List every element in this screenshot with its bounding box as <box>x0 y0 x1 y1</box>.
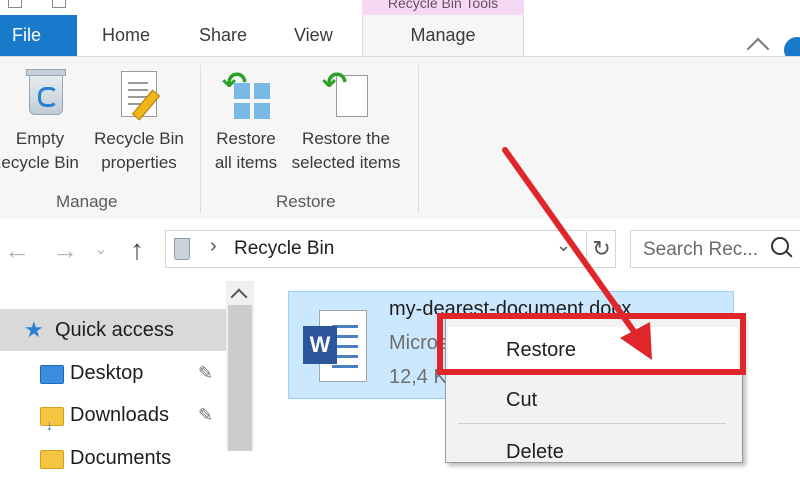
button-label-line2: all items <box>214 153 278 172</box>
nav-item-downloads[interactable]: Downloads ✎ <box>0 394 226 446</box>
empty-recycle-bin-button[interactable]: Empty Recycle Bin <box>0 69 90 175</box>
ribbon-tab-row: File Home Share View Manage <box>0 15 800 63</box>
group-label-restore: Restore <box>276 192 336 211</box>
pin-icon[interactable]: ✎ <box>198 394 213 436</box>
recycle-bin-properties-button[interactable]: Recycle Bin properties <box>92 69 186 175</box>
search-box[interactable] <box>630 230 800 269</box>
button-label-line1: Restore <box>216 129 276 148</box>
recycle-bin-icon <box>19 69 71 121</box>
context-menu-delete[interactable]: Delete <box>448 429 738 475</box>
recycle-bin-icon <box>174 238 190 260</box>
tab-manage[interactable]: Manage <box>362 15 524 56</box>
context-tab-header: Recycle Bin Tools <box>362 0 524 15</box>
navigation-pane: ★ Quick access Desktop ✎ Downloads ✎ Doc… <box>0 281 256 469</box>
quick-access-toolbar-icon[interactable] <box>8 0 22 8</box>
menu-divider <box>458 423 726 424</box>
back-arrow-icon[interactable]: ← <box>4 235 30 265</box>
restore-selected-items-button[interactable]: ↶ Restore the selected items <box>286 69 406 175</box>
scroll-up-icon[interactable] <box>230 288 248 306</box>
nav-item-label: Desktop <box>70 362 144 384</box>
restore-all-icon: ↶ <box>220 69 272 121</box>
downloads-folder-icon <box>40 404 64 446</box>
tab-file[interactable]: File <box>0 15 77 56</box>
menu-item-label: Cut <box>506 389 538 411</box>
properties-icon <box>113 69 165 121</box>
recent-locations-chevron-icon[interactable]: ⌄ <box>94 235 107 265</box>
search-input[interactable] <box>631 231 785 269</box>
button-label-line1: Recycle Bin <box>94 129 184 148</box>
documents-folder-icon <box>40 450 64 469</box>
breadcrumb-chevron-icon[interactable]: › <box>210 235 217 258</box>
group-divider <box>418 65 419 213</box>
restore-all-items-button[interactable]: ↶ Restore all items <box>208 69 284 175</box>
button-label-line2: selected items <box>291 153 401 172</box>
button-label-line2: properties <box>101 153 177 172</box>
button-label-line1: Empty <box>15 129 65 148</box>
tab-share[interactable]: Share <box>199 15 247 56</box>
desktop-folder-icon <box>40 365 64 384</box>
breadcrumb-recycle-bin[interactable]: Recycle Bin <box>234 238 334 260</box>
word-document-icon: W <box>303 310 367 382</box>
nav-item-desktop[interactable]: Desktop ✎ <box>0 352 226 394</box>
nav-item-label: Downloads <box>70 404 169 426</box>
scroll-thumb[interactable] <box>228 305 252 451</box>
group-label-manage: Manage <box>56 192 118 211</box>
button-label-line2: Recycle Bin <box>0 153 79 172</box>
new-folder-icon[interactable] <box>52 0 66 8</box>
tab-home[interactable]: Home <box>102 15 150 56</box>
restore-selected-icon: ↶ <box>320 69 372 121</box>
address-dropdown-icon[interactable]: ⌄ <box>556 235 571 256</box>
nav-scrollbar[interactable] <box>226 281 254 451</box>
pin-icon[interactable]: ✎ <box>198 352 213 394</box>
button-label-line1: Restore the <box>302 129 390 148</box>
group-divider <box>200 65 201 213</box>
tab-view[interactable]: View <box>294 15 333 56</box>
up-arrow-icon[interactable]: ↑ <box>130 235 144 265</box>
menu-item-label: Delete <box>506 441 564 463</box>
star-icon: ★ <box>24 317 44 342</box>
nav-item-label: Documents <box>70 447 172 469</box>
ribbon: Empty Recycle Bin Recycle Bin properties… <box>0 56 800 221</box>
highlight-box <box>437 313 746 375</box>
address-bar[interactable]: › Recycle Bin ⌄ <box>165 230 587 268</box>
nav-item-quick-access[interactable]: ★ Quick access <box>0 309 226 351</box>
nav-item-documents[interactable]: Documents <box>0 437 226 479</box>
refresh-icon[interactable]: ↻ <box>588 230 616 268</box>
forward-arrow-icon[interactable]: → <box>52 235 78 265</box>
search-icon[interactable] <box>771 237 789 255</box>
nav-item-label: Quick access <box>55 319 174 341</box>
context-menu-cut[interactable]: Cut <box>448 377 738 423</box>
navigation-bar: ← → ⌄ ↑ › Recycle Bin ⌄ ↻ <box>0 219 800 281</box>
